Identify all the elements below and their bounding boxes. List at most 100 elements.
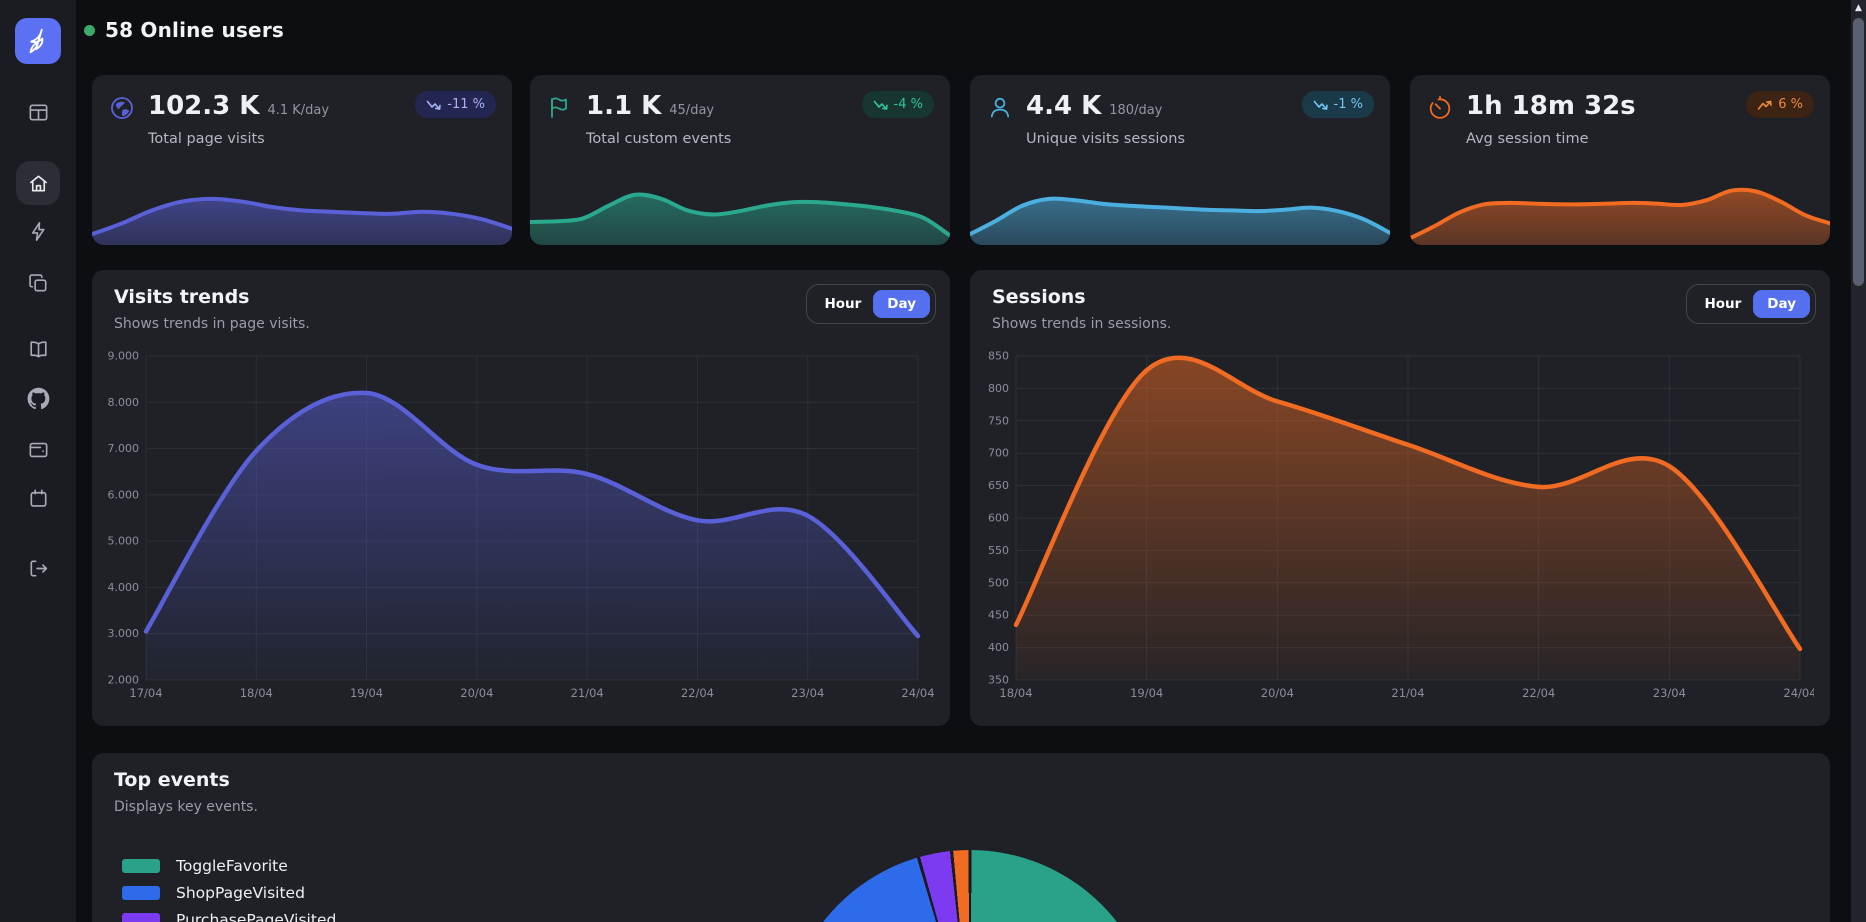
sidebar-item-bolt[interactable] <box>16 209 60 253</box>
stat-rate: 45/day <box>669 103 714 118</box>
svg-text:550: 550 <box>988 544 1009 557</box>
scrollbar-thumb[interactable] <box>1853 18 1864 286</box>
legend-swatch <box>122 913 160 922</box>
sparkline-chart <box>1410 169 1830 245</box>
sidebar-item-home[interactable] <box>16 161 60 205</box>
sidebar-item-copy[interactable] <box>16 261 60 305</box>
wave-logo-icon <box>23 26 53 56</box>
stat-value: 1.1 K <box>586 91 661 121</box>
trend-down-icon <box>873 99 888 111</box>
trend-badge: -1 % <box>1302 91 1374 118</box>
svg-text:23/04: 23/04 <box>791 686 824 700</box>
panel-title: Visits trends <box>114 286 250 308</box>
scroll-up-button[interactable]: ▲ <box>1851 1 1866 15</box>
svg-text:700: 700 <box>988 447 1009 460</box>
svg-text:19/04: 19/04 <box>350 686 383 700</box>
visits-toggle-hour[interactable]: Hour <box>812 290 873 318</box>
svg-text:22/04: 22/04 <box>1522 686 1555 700</box>
svg-text:500: 500 <box>988 576 1009 589</box>
trend-down-icon <box>1313 99 1328 111</box>
top-events-panel: Top events Displays key events. ToggleFa… <box>92 753 1830 922</box>
sidebar-item-layout[interactable] <box>16 90 60 134</box>
trend-up-icon <box>1757 99 1772 111</box>
panel-subtitle: Shows trends in sessions. <box>992 316 1171 332</box>
sidebar <box>0 0 76 922</box>
svg-text:650: 650 <box>988 479 1009 492</box>
book-icon <box>27 338 50 361</box>
legend-swatch <box>122 859 160 873</box>
svg-text:21/04: 21/04 <box>571 686 604 700</box>
visits-interval-toggle: HourDay <box>806 284 936 324</box>
legend-item: ShopPageVisited <box>122 884 336 902</box>
sessions-toggle-day[interactable]: Day <box>1753 290 1810 318</box>
logout-button[interactable] <box>16 546 60 590</box>
wallet-icon <box>27 438 50 461</box>
svg-text:4.000: 4.000 <box>108 581 139 594</box>
svg-text:9.000: 9.000 <box>108 350 139 363</box>
panel-title: Top events <box>114 769 230 791</box>
stat-rate: 180/day <box>1109 103 1162 118</box>
svg-text:850: 850 <box>988 350 1009 363</box>
top-events-pie-chart <box>784 850 1156 922</box>
globe-icon <box>108 94 136 122</box>
trend-down-icon <box>426 99 441 111</box>
app-logo[interactable] <box>15 18 61 64</box>
sessions-panel: Sessions Shows trends in sessions. HourD… <box>970 270 1830 726</box>
svg-text:21/04: 21/04 <box>1391 686 1424 700</box>
stat-label: Total custom events <box>586 131 731 147</box>
calendar-icon <box>27 487 50 510</box>
svg-text:20/04: 20/04 <box>1261 686 1294 700</box>
stat-card-1: 102.3 K4.1 K/dayTotal page visits-11 % <box>92 75 512 245</box>
scrollbar[interactable]: ▲ <box>1851 0 1866 922</box>
svg-text:18/04: 18/04 <box>999 686 1032 700</box>
sparkline-chart <box>530 169 950 245</box>
stat-label: Total page visits <box>148 131 265 147</box>
online-users-header: 58 Online users <box>84 18 284 42</box>
sidebar-item-github[interactable] <box>16 376 60 420</box>
layout-icon <box>27 101 50 124</box>
svg-text:18/04: 18/04 <box>240 686 273 700</box>
svg-text:19/04: 19/04 <box>1130 686 1163 700</box>
svg-text:400: 400 <box>988 641 1009 654</box>
svg-text:800: 800 <box>988 382 1009 395</box>
trend-badge: 6 % <box>1746 91 1814 118</box>
stat-value: 1h 18m 32s <box>1466 91 1636 121</box>
visits-toggle-day[interactable]: Day <box>873 290 930 318</box>
stat-value: 4.4 K <box>1026 91 1101 121</box>
svg-text:2.000: 2.000 <box>108 674 139 687</box>
sessions-toggle-hour[interactable]: Hour <box>1692 290 1753 318</box>
svg-text:24/04: 24/04 <box>1783 686 1814 700</box>
bolt-icon <box>27 220 50 243</box>
svg-text:23/04: 23/04 <box>1653 686 1686 700</box>
panel-title: Sessions <box>992 286 1086 308</box>
stat-label: Avg session time <box>1466 131 1589 147</box>
visits-trends-chart: 9.0008.0007.0006.0005.0004.0003.0002.000… <box>108 348 934 704</box>
svg-text:350: 350 <box>988 674 1009 687</box>
sidebar-item-calendar[interactable] <box>16 476 60 520</box>
sidebar-item-book[interactable] <box>16 327 60 371</box>
home-icon <box>27 172 50 195</box>
github-icon <box>27 387 50 410</box>
svg-text:3.000: 3.000 <box>108 627 139 640</box>
stat-card-2: 1.1 K 45/day Total custom events -4 % <box>530 75 950 245</box>
top-events-legend: ToggleFavorite ShopPageVisited PurchasePag… <box>122 857 336 922</box>
svg-text:450: 450 <box>988 609 1009 622</box>
legend-label: ShopPageVisited <box>176 884 305 902</box>
copy-icon <box>27 272 50 295</box>
trend-badge: -4 % <box>862 91 934 118</box>
svg-text:22/04: 22/04 <box>681 686 714 700</box>
legend-item: ToggleFavorite <box>122 857 336 875</box>
stat-value: 102.3 K <box>148 91 259 121</box>
stat-card-3: 4.4 K180/dayUnique visits sessions-1 % <box>970 75 1390 245</box>
legend-label: ToggleFavorite <box>176 857 288 875</box>
svg-text:7.000: 7.000 <box>108 442 139 455</box>
user-icon <box>986 94 1014 122</box>
svg-text:24/04: 24/04 <box>901 686 934 700</box>
online-status-dot <box>84 25 95 36</box>
svg-text:20/04: 20/04 <box>460 686 493 700</box>
sparkline-chart <box>92 169 512 245</box>
svg-text:17/04: 17/04 <box>129 686 162 700</box>
sidebar-item-wallet[interactable] <box>16 427 60 471</box>
timer-icon <box>1426 94 1454 122</box>
legend-item: PurchasePageVisited <box>122 911 336 922</box>
